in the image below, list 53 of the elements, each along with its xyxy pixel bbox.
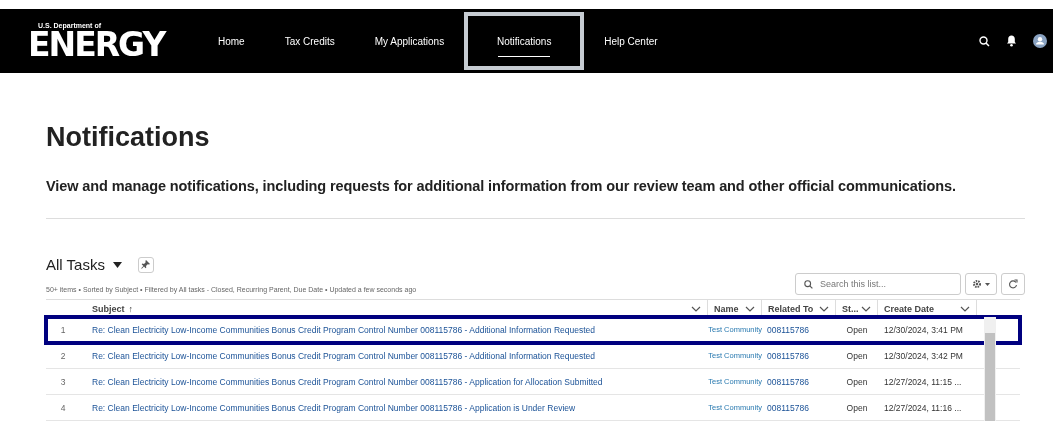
bell-icon[interactable] bbox=[1006, 35, 1017, 47]
list-view-title: All Tasks bbox=[46, 256, 105, 273]
create-date-text: 12/30/2024, 3:42 PM bbox=[883, 350, 964, 361]
row-number: 2 bbox=[59, 350, 67, 361]
create-date-text: 12/27/2024, 11:16 ... bbox=[883, 402, 963, 413]
related-to-link[interactable]: 008115786 bbox=[762, 402, 836, 413]
refresh-button[interactable] bbox=[1001, 273, 1025, 295]
column-header[interactable]: Create Date bbox=[884, 303, 935, 314]
column-menu-icon[interactable] bbox=[819, 305, 829, 312]
caret-icon bbox=[985, 282, 990, 286]
gear-icon bbox=[972, 279, 982, 289]
status-text: Open bbox=[845, 350, 869, 361]
column-menu-icon[interactable] bbox=[861, 305, 871, 312]
subject-link[interactable]: Re: Clean Electricity Low-Income Communities Bonus Credit Program Control Number 008115786 - Application is Under Review bbox=[80, 402, 708, 413]
nav-tab[interactable]: My Applications bbox=[354, 19, 465, 63]
scrollbar[interactable] bbox=[984, 317, 996, 421]
status-text: Open bbox=[845, 402, 869, 413]
caret-icon[interactable] bbox=[112, 261, 122, 268]
related-to-link[interactable]: 008115786 bbox=[762, 350, 836, 361]
row-number: 1 bbox=[59, 324, 67, 335]
pin-icon bbox=[141, 260, 151, 269]
subject-link[interactable]: Re: Clean Electricity Low-Income Communities Bonus Credit Program Control Number 008115786 - Additional Information Requested bbox=[80, 350, 708, 361]
subject-link[interactable]: Re: Clean Electricity Low-Income Communities Bonus Credit Program Control Number 008115786 - Application for Allocation Submitted bbox=[80, 376, 708, 387]
nav-tab[interactable]: Notifications bbox=[464, 12, 585, 70]
refresh-icon bbox=[1008, 279, 1018, 289]
status-text: Open bbox=[845, 324, 869, 335]
column-menu-icon[interactable] bbox=[691, 305, 701, 312]
subject-link[interactable]: Re: Clean Electricity Low-Income Communities Bonus Credit Program Control Number 008115786 - Additional Information Requested bbox=[80, 324, 708, 335]
search-field[interactable]: Search this list... bbox=[795, 273, 961, 295]
column-header[interactable]: Subject bbox=[92, 303, 125, 314]
related-to-link[interactable]: 008115786 bbox=[762, 376, 836, 387]
search-icon[interactable] bbox=[979, 35, 990, 47]
column-header[interactable]: St... bbox=[842, 303, 859, 314]
column-header[interactable]: Name bbox=[714, 303, 739, 314]
settings-button[interactable] bbox=[965, 273, 997, 295]
related-to-link[interactable]: 008115786 bbox=[762, 324, 836, 335]
row-number: 3 bbox=[59, 376, 67, 387]
create-date-text: 12/30/2024, 3:41 PM bbox=[883, 324, 964, 335]
column-menu-icon[interactable] bbox=[745, 305, 755, 312]
nav-tab[interactable]: Help Center bbox=[584, 19, 678, 63]
avatar-icon[interactable] bbox=[1033, 34, 1047, 48]
nav-tab[interactable]: Home bbox=[198, 19, 265, 63]
column-header[interactable]: Related To bbox=[768, 303, 814, 314]
create-date-text: 12/27/2024, 11:15 ... bbox=[883, 376, 963, 387]
pin-button[interactable] bbox=[137, 256, 154, 273]
row-number: 4 bbox=[59, 402, 67, 413]
column-menu-icon[interactable] bbox=[960, 305, 970, 312]
sort-arrow-icon: ↑ bbox=[128, 303, 133, 314]
logo-wordmark[interactable]: ENERGY bbox=[28, 30, 178, 60]
status-text: Open bbox=[845, 376, 869, 387]
page-description: View and manage notifications, including requests for additional information from our review team and other official communications. bbox=[46, 178, 957, 194]
page-title: Notifications bbox=[46, 121, 211, 153]
nav-tab[interactable]: Tax Credits bbox=[264, 19, 355, 63]
